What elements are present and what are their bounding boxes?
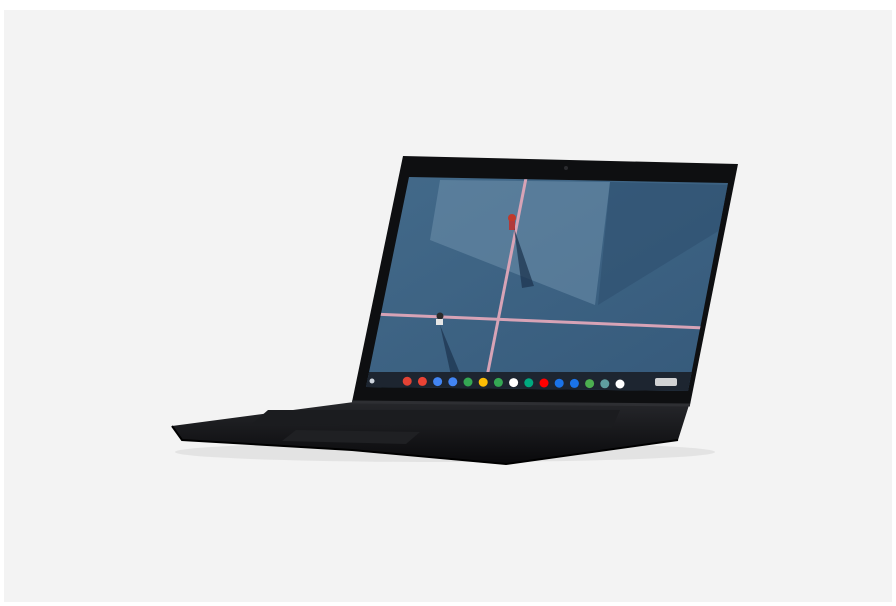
webcam <box>564 166 568 170</box>
status-area[interactable] <box>655 378 677 386</box>
calendar-icon[interactable] <box>433 377 443 387</box>
launcher-icon[interactable] <box>369 378 375 384</box>
maps-icon[interactable] <box>585 379 595 389</box>
messages-icon[interactable] <box>554 378 564 388</box>
sheets-icon[interactable] <box>463 377 473 387</box>
screen <box>366 177 728 391</box>
play-store-icon[interactable] <box>524 378 534 388</box>
slides-icon[interactable] <box>478 377 488 387</box>
drive-icon[interactable] <box>493 377 503 387</box>
docs-icon[interactable] <box>448 377 458 387</box>
gmail-icon[interactable] <box>417 376 427 386</box>
laptop-photo <box>171 156 738 466</box>
settings-icon[interactable] <box>600 379 610 389</box>
assistant-icon[interactable] <box>615 379 625 389</box>
files-icon[interactable] <box>569 378 579 388</box>
youtube-icon[interactable] <box>539 378 549 388</box>
camera-icon[interactable] <box>509 378 519 388</box>
chrome-icon[interactable] <box>402 376 412 386</box>
